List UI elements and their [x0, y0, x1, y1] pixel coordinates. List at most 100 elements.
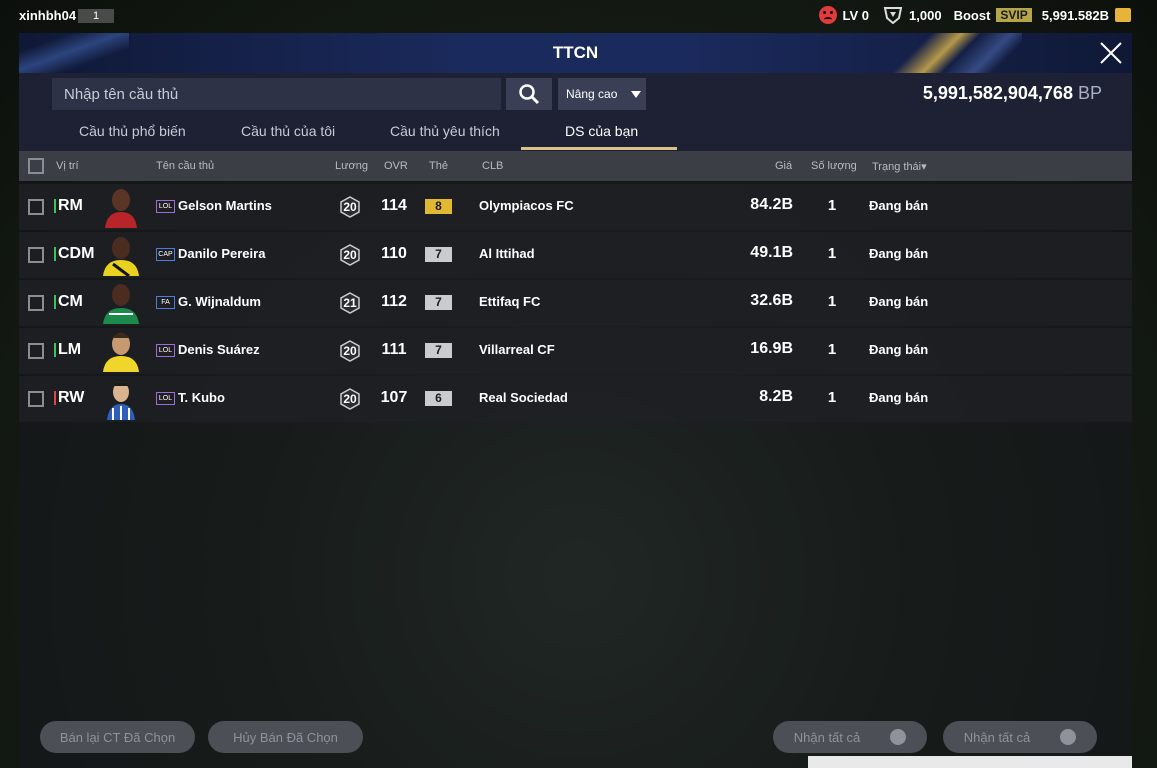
resell-selected-button[interactable]: Bán lại CT Đã Chọn [40, 721, 195, 753]
listing-price: 16.9B [750, 340, 793, 357]
grade-badge: 8 [425, 199, 452, 214]
bp-unit: BP [1077, 83, 1102, 103]
player-avatar [99, 378, 143, 420]
tab-popular-players[interactable]: Cầu thủ phổ biến [79, 123, 186, 139]
advanced-label: Nâng cao [566, 87, 618, 101]
salary-value: 20 [343, 392, 357, 406]
player-club: Olympiacos FC [479, 198, 574, 213]
header-status[interactable]: Trạng thái▾ [872, 160, 927, 173]
player-avatar [99, 330, 143, 372]
top-status: LV 0 1,000 Boost SVIP 5,991.582B [818, 6, 1131, 25]
table-row[interactable]: CDM CAP Danilo Pereira 20 110 7 Al Ittih… [19, 232, 1132, 278]
listing-quantity: 1 [827, 293, 837, 310]
player-ovr: 110 [381, 245, 407, 262]
search-button[interactable] [506, 78, 552, 110]
header-salary: Lương [335, 160, 368, 172]
listing-status: Đang bán [869, 246, 929, 261]
boost-label: Boost [953, 7, 991, 23]
cancel-selected-button[interactable]: Hủy Bán Đã Chọn [208, 721, 363, 753]
jersey-icon [890, 729, 907, 745]
claim-all-label: Nhận tất cả [963, 729, 1031, 745]
salary-value: 21 [343, 296, 357, 310]
player-club: Ettifaq FC [479, 294, 541, 309]
salary-value: 20 [343, 200, 357, 214]
header-position: Vị trí [56, 160, 79, 172]
close-icon[interactable] [1098, 40, 1124, 66]
row-checkbox[interactable] [28, 199, 44, 215]
tab-my-players[interactable]: Cầu thủ của tôi [241, 123, 335, 139]
listing-status: Đang bán [869, 390, 929, 405]
search-icon [519, 84, 540, 105]
row-checkbox[interactable] [28, 295, 44, 311]
listing-status: Đang bán [869, 198, 929, 213]
salary-badge: 20 [339, 244, 361, 266]
header-club: CLB [482, 160, 504, 172]
listing-price: 8.2B [759, 388, 793, 405]
cancel-label: Hủy Bán Đã Chọn [233, 729, 338, 745]
player-ovr: 114 [381, 197, 407, 214]
resell-label: Bán lại CT Đã Chọn [59, 729, 176, 745]
header-name: Tên cầu thủ [156, 160, 215, 172]
table-row[interactable]: CM FA G. Wijnaldum 21 112 7 Ettifaq FC 3… [19, 280, 1132, 326]
search-input[interactable] [52, 78, 501, 110]
listing-status: Đang bán [869, 294, 929, 309]
listing-quantity: 1 [827, 197, 837, 214]
player-avatar [99, 234, 143, 276]
shield-icon [883, 6, 903, 25]
card-season-badge: CAP [156, 248, 175, 261]
card-season-badge: LOL [156, 200, 175, 213]
advanced-filter-dropdown[interactable]: Nâng cao [558, 78, 646, 110]
row-checkbox[interactable] [28, 343, 44, 359]
salary-badge: 20 [339, 340, 361, 362]
bp-balance: 5,991,582,904,768 BP [923, 83, 1102, 104]
position-color-bar [54, 199, 56, 213]
notification-strip [808, 756, 1132, 768]
username: xinhbh04 [19, 8, 77, 23]
listing-price: 32.6B [750, 292, 793, 309]
claim-all-label: Nhận tất cả [793, 729, 861, 745]
player-name: Denis Suárez [178, 342, 260, 357]
salary-value: 20 [343, 344, 357, 358]
player-avatar [99, 186, 143, 228]
table-row[interactable]: RM LOL Gelson Martins 20 114 8 Olympiaco… [19, 184, 1132, 230]
listing-price: 49.1B [750, 244, 793, 261]
listing-quantity: 1 [827, 245, 837, 262]
active-tab-indicator [521, 147, 677, 150]
table-row[interactable]: RW LOL T. Kubo 20 107 6 Real Sociedad 8.… [19, 376, 1132, 422]
grade-badge: 7 [425, 343, 452, 358]
claim-all-bp-button[interactable]: Nhận tất cả [943, 721, 1097, 753]
salary-badge: 20 [339, 388, 361, 410]
tab-your-listings[interactable]: DS của bạn [565, 123, 638, 139]
position-color-bar [54, 247, 56, 261]
listing-status: Đang bán [869, 342, 929, 357]
salary-badge: 20 [339, 196, 361, 218]
player-name: Danilo Pereira [178, 246, 266, 261]
bp-amount: 5,991,582,904,768 [922, 83, 1073, 103]
player-position: LM [58, 341, 82, 358]
position-color-bar [54, 391, 56, 405]
player-ovr: 107 [380, 389, 408, 406]
select-all-checkbox[interactable] [28, 158, 44, 174]
tab-favorite-players[interactable]: Cầu thủ yêu thích [390, 123, 500, 139]
header-grade: Thẻ [429, 160, 448, 172]
top-bar: xinhbh04 1 LV 0 1,000 Boost SVIP 5,991.5… [0, 0, 1157, 32]
table-row[interactable]: LM LOL Denis Suárez 20 111 7 Villarreal … [19, 328, 1132, 374]
position-color-bar [54, 343, 56, 357]
shield-count: 1,000 [909, 7, 942, 23]
player-name: Gelson Martins [178, 198, 272, 213]
salary-value: 20 [343, 248, 357, 262]
player-position: CM [58, 293, 83, 310]
transfer-market-panel: TTCN Nâng cao 5,991,582,904,768 BP Cầu t… [19, 33, 1132, 768]
player-club: Villarreal CF [479, 342, 555, 357]
player-name: T. Kubo [178, 390, 225, 405]
row-checkbox[interactable] [28, 391, 44, 407]
user-level-badge: 1 [78, 9, 114, 23]
search-row: Nâng cao 5,991,582,904,768 BP [19, 73, 1132, 115]
listing-price: 84.2B [750, 196, 793, 213]
player-name: G. Wijnaldum [178, 294, 261, 309]
player-avatar [99, 282, 143, 324]
tab-bar: Cầu thủ phổ biến Cầu thủ của tôi Cầu thủ… [19, 115, 1132, 151]
claim-all-players-button[interactable]: Nhận tất cả [773, 721, 927, 753]
row-checkbox[interactable] [28, 247, 44, 263]
level-label: LV 0 [842, 7, 870, 23]
